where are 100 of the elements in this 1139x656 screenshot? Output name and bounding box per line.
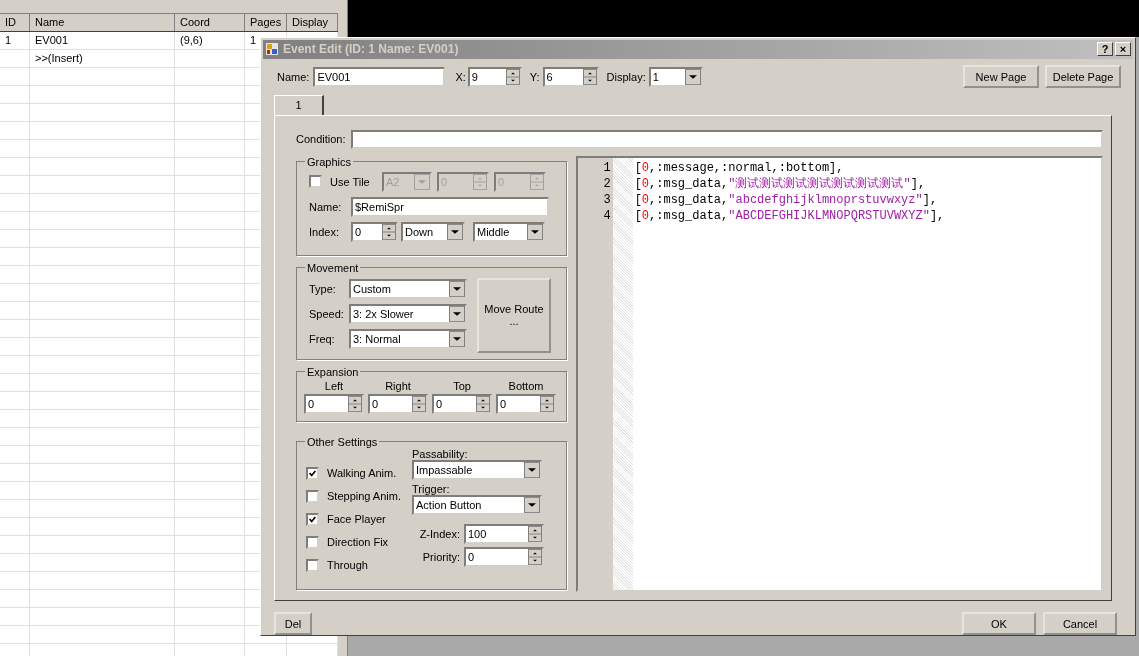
column-header[interactable]: Name — [30, 14, 175, 31]
trigger-dropdown[interactable]: Action Button — [412, 494, 542, 515]
checkbox-label: Face Player — [327, 513, 386, 526]
code-line: [0,:msg_data,"ABCDEFGHIJKLMNOPQRSTUVWXYZ"], — [634, 207, 946, 224]
cancel-button[interactable]: Cancel — [1043, 612, 1117, 635]
checkbox[interactable] — [306, 512, 319, 526]
dropdown-arrow-icon[interactable] — [449, 280, 465, 297]
checkbox[interactable] — [306, 489, 319, 503]
title-bar-button[interactable]: ? — [1097, 42, 1113, 57]
expansion-spinner[interactable]: 0 — [432, 393, 492, 414]
dropdown-arrow-icon[interactable] — [447, 223, 463, 240]
column-header[interactable]: ID — [0, 14, 30, 31]
check-icon — [308, 468, 317, 478]
y-spinner[interactable]: 6 — [542, 66, 599, 87]
direction-dropdown[interactable]: Down — [401, 221, 465, 242]
delete-page-button[interactable]: Delete Page — [1045, 65, 1121, 89]
spinner-arrows-icon[interactable] — [528, 548, 542, 565]
movement-dropdown[interactable]: 3: Normal — [349, 328, 467, 349]
name-field[interactable]: EV001 — [313, 66, 446, 87]
z-index-spinner[interactable]: 100 — [464, 523, 544, 544]
group-title: Movement — [306, 261, 360, 274]
priority-label: Priority: — [421, 550, 460, 563]
spinner-arrows-icon[interactable] — [412, 395, 426, 412]
movement-label: Speed: — [309, 307, 345, 320]
spinner-arrows-icon[interactable] — [382, 223, 396, 240]
sprite-name-label: Name: — [309, 200, 343, 213]
move-route-button[interactable]: Move Route ... — [477, 277, 551, 353]
index-label: Index: — [309, 225, 340, 238]
checkbox-label: Use Tile — [330, 175, 371, 188]
sprite-name-field[interactable]: $RemiSpr — [351, 196, 549, 217]
checkbox[interactable] — [306, 535, 319, 549]
code-line: [0,:msg_data,"测试测试测试测试测试测试测试"], — [634, 175, 927, 192]
movement-label: Freq: — [309, 332, 336, 345]
checkbox-label: Direction Fix — [327, 536, 389, 549]
movement-label: Type: — [309, 282, 337, 295]
dropdown-arrow-icon[interactable] — [527, 223, 543, 240]
expansion-spinner[interactable]: 0 — [304, 393, 364, 414]
ok-button[interactable]: OK — [962, 612, 1036, 635]
expansion-label: Left — [324, 379, 344, 394]
passability-label: Passability: — [412, 447, 468, 460]
group-title: Graphics — [306, 155, 353, 168]
table-cell: EV001 — [35, 34, 69, 46]
window-title: Event Edit (ID: 1 Name: EV001) — [283, 42, 459, 57]
code-editor[interactable]: 1 2 3 4 [0,:message,:normal,:bottom], [0,:msg_data,"测试测试测试测试测试测试测试"], [0,:msg_data,"abcdefghijklmnoprstuvwxyz"], [0,:msg_data,"ABCDEFGHIJKLMNOPQRSTUVWXYZ"], — [575, 155, 1103, 592]
spinner-arrows-icon[interactable] — [528, 525, 542, 542]
page-tab[interactable]: 1 — [274, 94, 324, 116]
y-label: Y: — [529, 70, 540, 83]
checkbox[interactable] — [306, 558, 319, 572]
title-bar-button[interactable]: × — [1115, 42, 1131, 57]
line-number: 1 — [603, 159, 611, 176]
spinner-arrows-icon[interactable] — [505, 68, 520, 85]
line-number: 2 — [603, 175, 611, 192]
spinner-arrows-icon[interactable] — [348, 395, 362, 412]
expansion-label: Bottom — [508, 379, 544, 394]
z-index-label: Z-Index: — [418, 527, 460, 540]
spinner-arrows-icon[interactable] — [540, 395, 554, 412]
index-spinner[interactable]: 0 — [351, 221, 398, 242]
dropdown-arrow-icon[interactable] — [684, 68, 701, 85]
movement-dropdown[interactable]: Custom — [349, 278, 467, 299]
checkbox-label: Walking Anim. — [327, 467, 397, 480]
spinner-arrows-icon[interactable] — [476, 395, 490, 412]
checkbox-label: Through — [327, 559, 368, 572]
column-header[interactable]: Pages — [245, 14, 287, 31]
table-cell: 1 — [250, 34, 257, 46]
app-icon — [265, 42, 279, 57]
movement-dropdown[interactable]: 3: 2x Slower — [349, 303, 467, 324]
dropdown-arrow-icon[interactable] — [449, 305, 465, 322]
expansion-spinner[interactable]: 0 — [368, 393, 428, 414]
expansion-label: Right — [385, 379, 411, 394]
name-label: Name: — [277, 70, 310, 83]
dropdown-arrow-icon[interactable] — [449, 330, 465, 347]
display-dropdown[interactable]: 1 — [648, 66, 703, 87]
display-label: Display: — [606, 70, 646, 83]
new-page-button[interactable]: New Page — [963, 65, 1039, 89]
group-title: Other Settings — [306, 435, 379, 448]
x-label: X: — [455, 70, 466, 83]
table-cell: (9,6) — [180, 34, 203, 46]
expansion-label: Top — [453, 379, 471, 394]
group-title: Expansion — [306, 365, 360, 378]
position-dropdown[interactable]: Middle — [473, 221, 545, 242]
dropdown-arrow-icon[interactable] — [524, 496, 540, 513]
dropdown-arrow-icon[interactable] — [524, 461, 540, 478]
code-line: [0,:message,:normal,:bottom], — [634, 159, 845, 176]
passability-dropdown[interactable]: Impassable — [412, 459, 542, 480]
condition-field[interactable] — [350, 129, 1103, 149]
spinner-arrows-icon[interactable] — [582, 68, 597, 85]
expansion-spinner[interactable]: 0 — [496, 393, 556, 414]
condition-label: Condition: — [296, 133, 346, 146]
check-icon — [308, 514, 317, 524]
checkbox[interactable] — [306, 466, 319, 480]
checkbox[interactable] — [309, 175, 322, 189]
checkbox-label: Stepping Anim. — [327, 490, 401, 503]
line-number: 3 — [603, 191, 611, 208]
priority-spinner[interactable]: 0 — [464, 546, 544, 567]
x-spinner[interactable]: 9 — [467, 66, 522, 87]
table-cell: 1 — [5, 34, 12, 46]
delete-button[interactable]: Del — [274, 612, 312, 635]
trigger-label: Trigger: — [412, 482, 450, 495]
column-header[interactable]: Coord — [175, 14, 245, 31]
column-header[interactable]: Display — [287, 14, 338, 31]
